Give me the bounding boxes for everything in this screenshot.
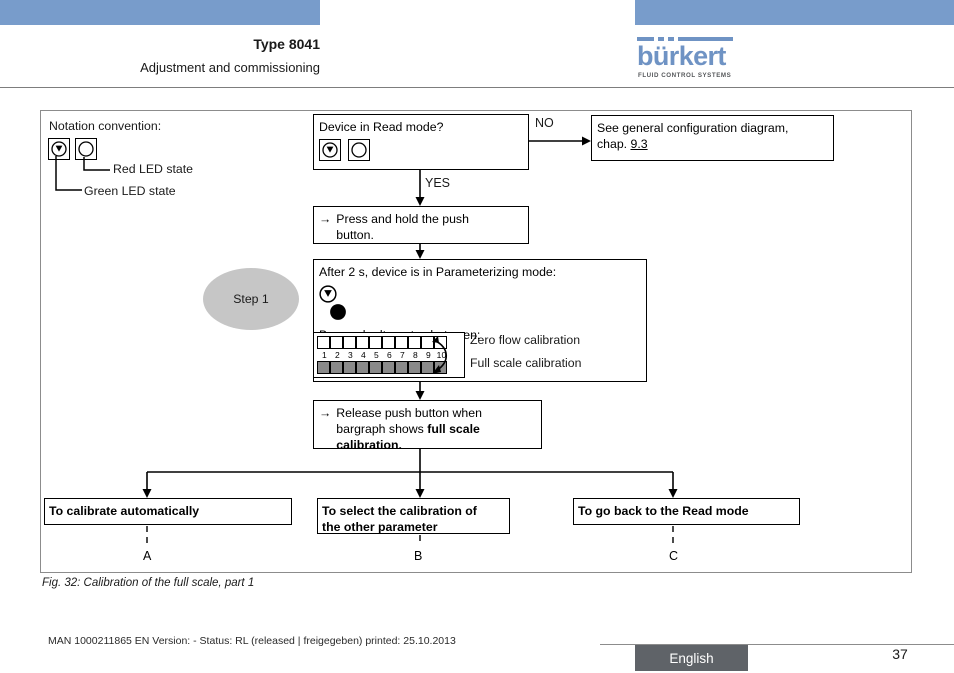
bargraph-cell	[382, 336, 395, 349]
box-outcome-calibrate-automatically: To calibrate automatically	[44, 498, 292, 525]
bargraph-scale-number: 6	[387, 350, 392, 360]
label-no: NO	[535, 116, 554, 130]
bargraph-cell	[330, 336, 343, 349]
bargraph-cell	[317, 336, 330, 349]
box-outcome-select-other-parameter: To select the calibration of the other p…	[317, 498, 510, 534]
bargraph-scale-number: 5	[374, 350, 379, 360]
legend-label-red-led: Red LED state	[113, 162, 193, 176]
bargraph-cell	[356, 336, 369, 349]
bargraph-cell	[369, 361, 382, 374]
alternation-arrows-icon	[432, 336, 448, 374]
header-bar-left	[0, 0, 320, 25]
release-line3-bold: calibration.	[336, 438, 402, 452]
config-ref-chapter-link[interactable]: 9.3	[631, 137, 648, 151]
logo-wordmark: bürkert	[637, 41, 726, 71]
language-label: English	[669, 650, 714, 666]
bargraph-cell	[356, 361, 369, 374]
bargraph-scale-number: 2	[335, 350, 340, 360]
header-divider	[0, 87, 954, 88]
burkert-logo: bürkert FLUID CONTROL SYSTEMS	[637, 37, 747, 81]
step-1-label: Step 1	[233, 292, 269, 306]
led-blinking-icon	[51, 141, 67, 157]
step-1-badge: Step 1	[203, 268, 299, 330]
box-press-and-hold: → Press and hold the push button.	[313, 206, 529, 244]
led-blinking-icon	[319, 285, 337, 303]
led-off-icon	[78, 141, 94, 157]
bargraph-scale-number: 3	[348, 350, 353, 360]
legend-label-green-led: Green LED state	[84, 184, 176, 198]
bargraph-scale-number: 7	[400, 350, 405, 360]
legend-icon-red	[75, 138, 97, 165]
led-on-icon	[330, 304, 346, 320]
bargraph-cell	[382, 361, 395, 374]
label-yes: YES	[425, 176, 451, 190]
box-config-reference: See general configuration diagram, chap.…	[591, 115, 834, 161]
release-arrow-icon: →	[319, 406, 332, 420]
legend-title: Notation convention:	[49, 119, 162, 133]
box-read-mode-question: Device in Read mode?	[319, 120, 444, 134]
release-line2-normal: bargraph shows	[336, 422, 428, 436]
label-zero-flow-calibration: Zero flow calibration	[470, 333, 581, 347]
led-off-icon	[351, 142, 368, 158]
bargraph-cell	[343, 336, 356, 349]
press-hold-arrow-icon: →	[319, 212, 332, 226]
outcome-b-line1: To select the calibration of	[322, 504, 477, 518]
bargraph-cell	[395, 336, 408, 349]
legend-icon-green	[48, 138, 70, 165]
bargraph-cell	[395, 361, 408, 374]
bargraph-cell	[317, 361, 330, 374]
bargraph-cell	[408, 361, 421, 374]
bargraph-scale-number: 8	[413, 350, 418, 360]
config-ref-line1: See general configuration diagram,	[597, 121, 789, 135]
branch-letter-c: C	[669, 549, 679, 563]
branch-letter-b: B	[414, 549, 423, 563]
box-device-read-mode: Device in Read mode?	[313, 114, 529, 170]
bargraph-cell	[408, 336, 421, 349]
box-release-push-button: → Release push button when bargraph show…	[313, 400, 542, 452]
param-mode-heading: After 2 s, device is in Parameterizing m…	[319, 265, 557, 279]
bargraph-cell	[330, 361, 343, 374]
read-mode-icon-right-wrap	[348, 139, 371, 161]
language-badge: English	[635, 645, 748, 671]
bargraph-scale-number: 4	[361, 350, 366, 360]
logo-tagline: FLUID CONTROL SYSTEMS	[638, 72, 732, 79]
release-line2-bold: full scale	[427, 422, 480, 436]
press-hold-line1: Press and hold the push	[336, 212, 469, 226]
outcome-b-line2: the other parameter	[322, 520, 438, 534]
label-full-scale-calibration: Full scale calibration	[470, 356, 582, 370]
release-line1: Release push button when	[336, 406, 482, 420]
header-bar-right	[635, 0, 954, 25]
press-hold-line2: button.	[336, 228, 374, 242]
read-mode-icon-left-wrap	[319, 139, 341, 161]
bargraph-cell	[369, 336, 382, 349]
box-outcome-go-back-read-mode: To go back to the Read mode	[573, 498, 800, 525]
outcome-a-text: To calibrate automatically	[49, 504, 200, 518]
document-footer-text: MAN 1000211865 EN Version: - Status: RL …	[48, 635, 456, 647]
outcome-c-text: To go back to the Read mode	[578, 504, 749, 518]
page-number: 37	[892, 646, 908, 662]
figure-caption: Fig. 32: Calibration of the full scale, …	[42, 577, 255, 589]
page-subtitle: Adjustment and commissioning	[140, 60, 320, 75]
bargraph-cell	[343, 361, 356, 374]
bargraph-scale-number: 1	[322, 350, 327, 360]
led-blinking-icon	[322, 142, 338, 158]
config-ref-chap-prefix: chap.	[597, 137, 631, 151]
branch-letter-a: A	[143, 549, 152, 563]
page-title: Type 8041	[253, 36, 320, 52]
